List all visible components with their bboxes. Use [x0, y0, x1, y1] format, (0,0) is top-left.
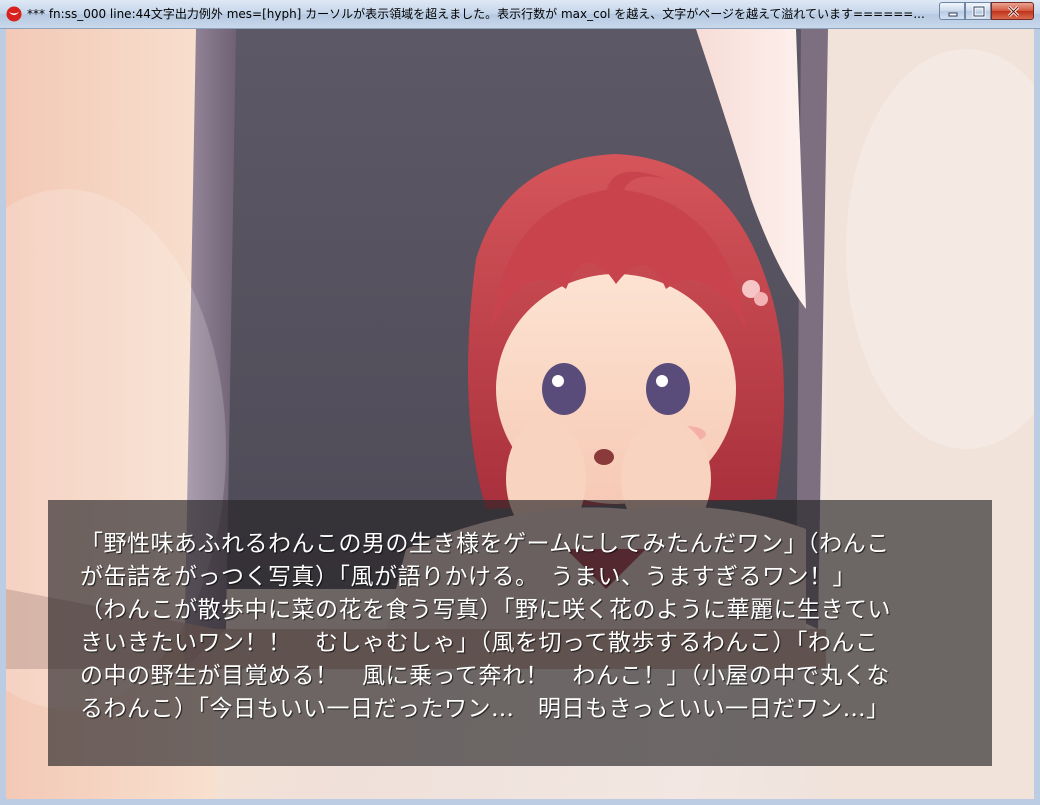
window-frame-right [1034, 29, 1040, 805]
window-title: *** fn:ss_000 line:44文字出力例外 mes=[hyph] カ… [27, 7, 925, 21]
app-logo-icon[interactable] [6, 6, 22, 22]
message-line: の中の野生が目覚める！ 風に乗って奔れ！ わんこ！」（小屋の中で丸くな [80, 663, 890, 689]
maximize-button[interactable] [965, 2, 991, 20]
message-line: （わんこが散歩中に菜の花を食う写真）「野に咲く花のように華麗に生きてい [80, 597, 891, 623]
maximize-icon [972, 5, 986, 18]
window-controls [939, 2, 1034, 21]
message-window[interactable]: 「野性味あふれるわんこの男の生き様をゲームにしてみたんだワン」（わんこ が缶詰を… [48, 500, 992, 766]
close-button[interactable] [991, 2, 1034, 20]
game-scene[interactable]: 「野性味あふれるわんこの男の生き様をゲームにしてみたんだワン」（わんこ が缶詰を… [6, 29, 1034, 799]
message-line: きいきたいワン！！ むしゃむしゃ」（風を切って散歩するわんこ）「わんこ [80, 630, 879, 656]
minimize-icon [948, 12, 958, 17]
message-line: が缶詰をがっつく写真）「風が語りかける。 うまい、うますぎるワン！」 [80, 564, 856, 590]
close-icon [1007, 5, 1020, 18]
window-frame-bottom [0, 799, 1040, 805]
message-text: 「野性味あふれるわんこの男の生き様をゲームにしてみたんだワン」（わんこ が缶詰を… [80, 528, 960, 726]
message-line: るわんこ）「今日もいい一日だったワン… 明日もきっといい一日だワン…」 [80, 696, 890, 722]
title-bar[interactable]: *** fn:ss_000 line:44文字出力例外 mes=[hyph] カ… [0, 0, 1040, 29]
minimize-button[interactable] [939, 2, 965, 20]
message-line: 「野性味あふれるわんこの男の生き様をゲームにしてみたんだワン」（わんこ [80, 531, 890, 557]
